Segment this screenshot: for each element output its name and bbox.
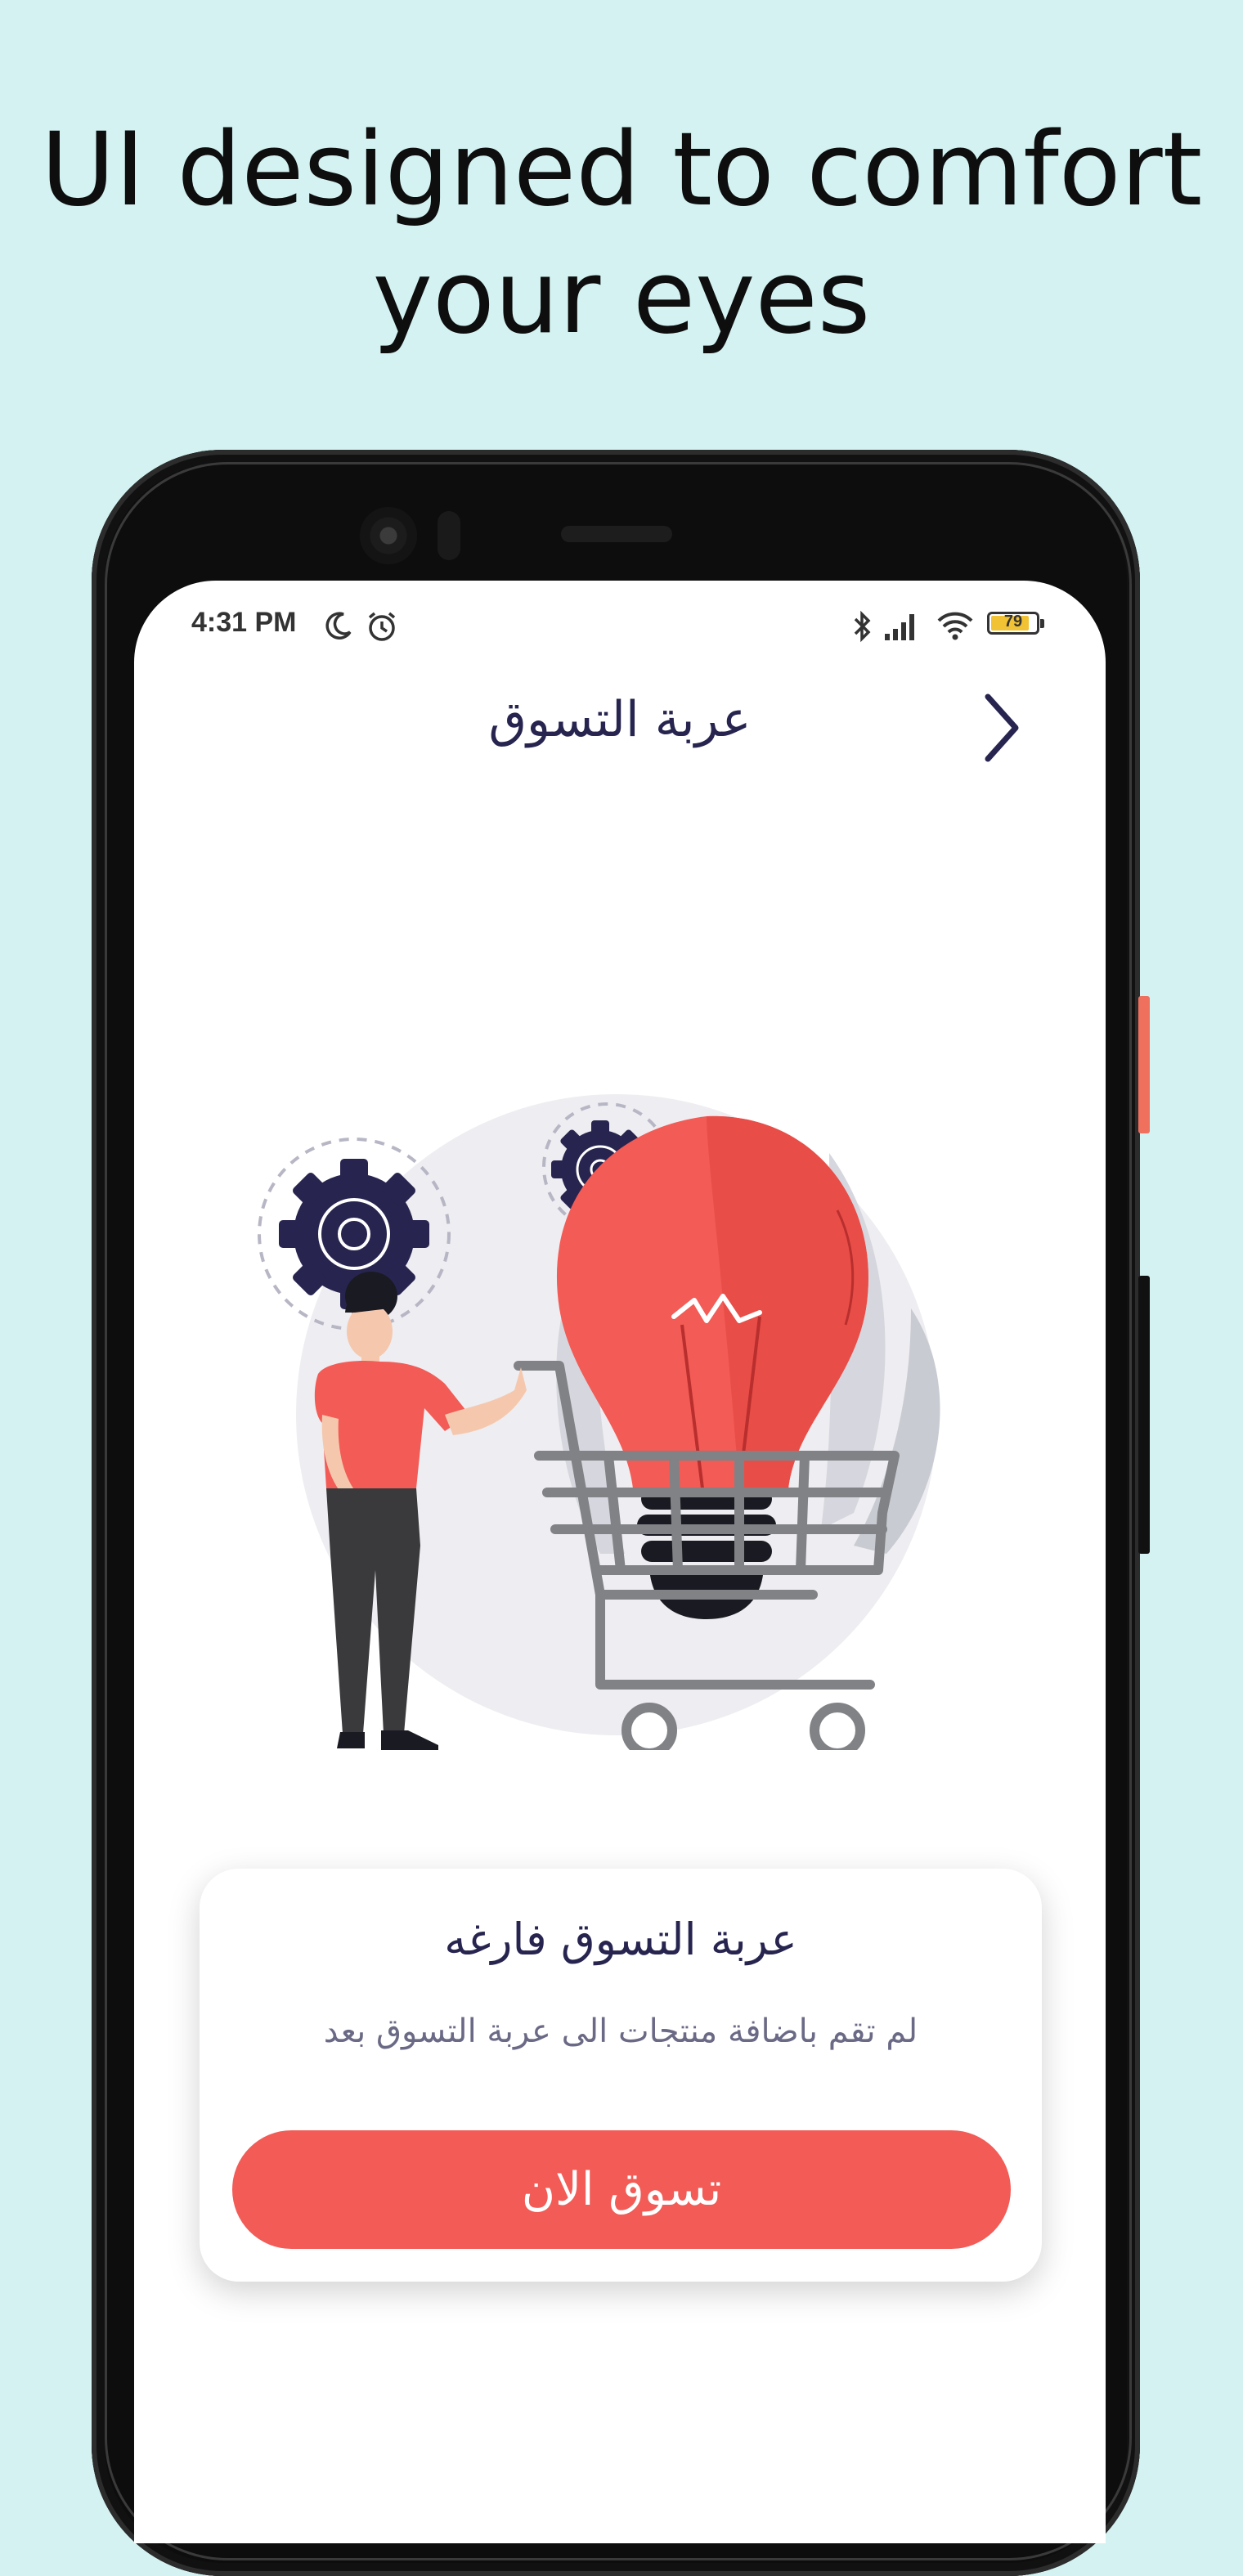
page-title: عربة التسوق bbox=[488, 691, 752, 748]
signal-icon bbox=[885, 614, 914, 640]
front-camera bbox=[360, 507, 417, 564]
moon-icon bbox=[325, 612, 352, 640]
earpiece-speaker bbox=[561, 526, 672, 542]
chevron-right-icon bbox=[985, 693, 1019, 762]
empty-cart-title: عربة التسوق فارغه bbox=[444, 1914, 797, 1965]
battery-level: 79 bbox=[1003, 613, 1023, 631]
battery-icon: 79 bbox=[987, 612, 1044, 635]
back-button[interactable] bbox=[968, 687, 1034, 769]
wifi-icon bbox=[937, 612, 973, 640]
promo-headline-line-2: your eyes bbox=[372, 239, 871, 357]
power-button bbox=[1138, 996, 1150, 1133]
alarm-icon bbox=[368, 612, 396, 641]
empty-cart-illustration bbox=[258, 1094, 940, 1750]
proximity-sensor bbox=[438, 511, 460, 560]
shop-now-button[interactable]: تسوق الان bbox=[232, 2130, 1011, 2249]
empty-cart-message: لم تقم باضافة منتجات الى عربة التسوق بعد bbox=[323, 2013, 918, 2050]
app-screen: 4:31 PM 79 عربة التسوق عربة التسوق فارغه… bbox=[134, 581, 1106, 2543]
promo-headline-line-1: UI designed to comfort bbox=[40, 111, 1203, 229]
empty-cart-card: عربة التسوق فارغه لم تقم باضافة منتجات ا… bbox=[200, 1869, 1042, 2282]
bluetooth-icon bbox=[854, 610, 871, 643]
status-bar: 4:31 PM 79 bbox=[134, 581, 1106, 671]
status-time: 4:31 PM bbox=[191, 607, 297, 638]
volume-button bbox=[1138, 1276, 1150, 1554]
promo-headline: UI designed to comfort your eyes bbox=[0, 106, 1243, 361]
